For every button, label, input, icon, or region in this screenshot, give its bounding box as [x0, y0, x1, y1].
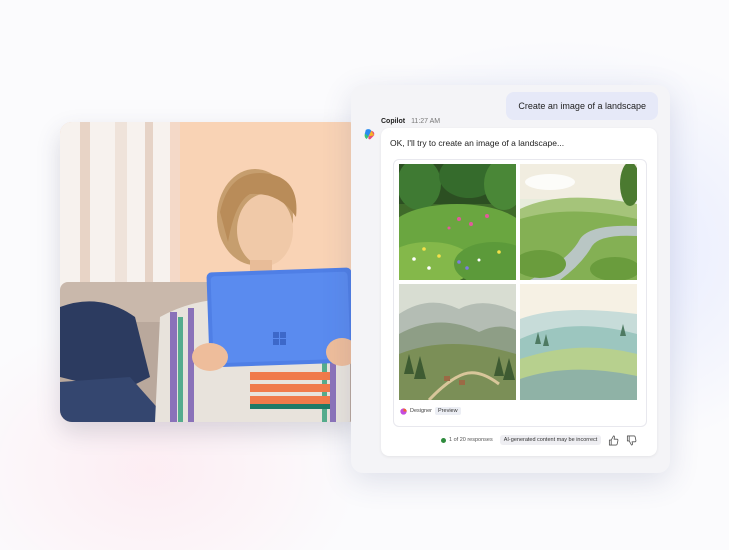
designer-label: Designer [410, 408, 433, 414]
message-timestamp: 11:27 AM [411, 118, 441, 125]
lifestyle-photo [60, 122, 360, 422]
designer-attribution: Designer Preview [400, 405, 461, 417]
response-footer: 1 of 20 responses AI-generated content m… [441, 433, 637, 447]
designer-logo-icon [400, 407, 407, 415]
generated-image-4[interactable] [520, 284, 637, 400]
assistant-name: Copilot [381, 118, 406, 125]
response-count: 1 of 20 responses [449, 437, 493, 443]
assistant-reply-text: OK, I'll try to create an image of a lan… [390, 138, 565, 148]
ai-disclaimer-badge: AI-generated content may be incorrect [499, 435, 602, 445]
thumbs-up-icon[interactable] [608, 435, 619, 446]
assistant-header: Copilot 11:27 AM [381, 118, 440, 125]
generated-image-2[interactable] [520, 164, 637, 280]
user-message-bubble: Create an image of a landscape [506, 92, 658, 120]
assistant-response-card: OK, I'll try to create an image of a lan… [381, 128, 657, 456]
generated-image-3[interactable] [399, 284, 516, 400]
generated-images-grid: Designer Preview [393, 159, 647, 427]
generated-image-1[interactable] [399, 164, 516, 280]
preview-badge: Preview [435, 407, 461, 415]
thumbs-down-icon[interactable] [626, 435, 637, 446]
copilot-chat-panel: Create an image of a landscape Copilot 1… [351, 85, 670, 473]
copilot-logo-icon [364, 129, 375, 140]
status-dot-icon [441, 437, 446, 443]
